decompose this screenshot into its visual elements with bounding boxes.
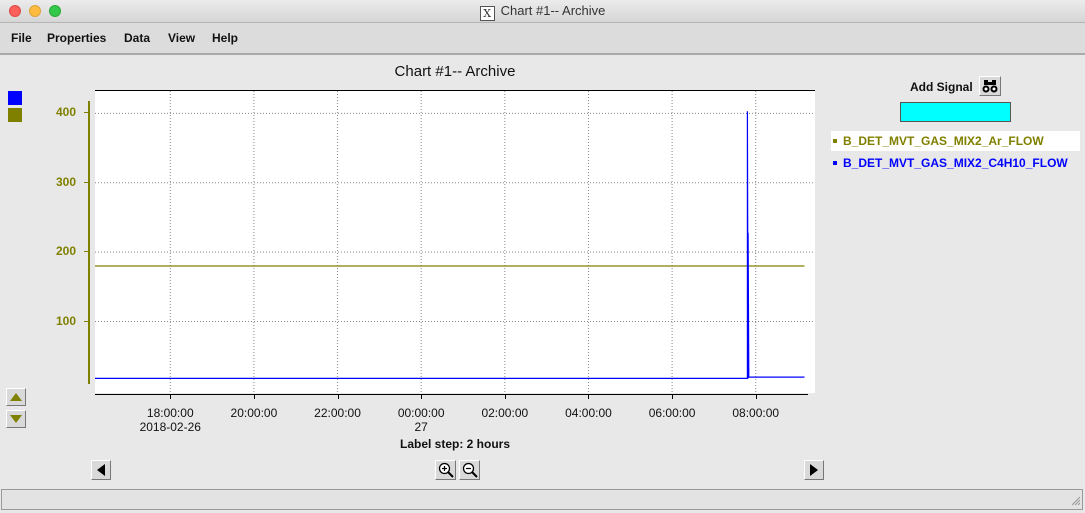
y-tick-mark: [84, 320, 89, 322]
chart-title: Chart #1-- Archive: [394, 63, 516, 80]
signal-color-dot: [833, 161, 837, 165]
x-axis: [95, 394, 808, 395]
add-signal-label: Add Signal: [910, 80, 973, 94]
signal-name: B_DET_MVT_GAS_MIX2_C4H10_FLOW: [843, 156, 1068, 170]
x-tick-date: 2018-02-26: [139, 420, 201, 434]
x-tick-date: 27: [414, 420, 428, 434]
zoom-out-icon: [462, 462, 478, 478]
x-tick-label: 06:00:00: [632, 406, 712, 420]
y-tick-mark: [84, 251, 89, 253]
scroll-right-button[interactable]: [804, 460, 824, 480]
legend-swatch-ar[interactable]: [8, 108, 22, 122]
x-tick-mark: [253, 394, 255, 399]
x-tick-label: 20:00:00: [214, 406, 294, 420]
scroll-left-button[interactable]: [91, 460, 111, 480]
x-tick-time: 20:00:00: [230, 406, 278, 420]
zoom-in-button[interactable]: [435, 460, 456, 480]
window-title: X Chart #1-- Archive: [0, 3, 1085, 21]
x-tick-time: 08:00:00: [732, 406, 780, 420]
scroll-right-icon: [810, 464, 818, 476]
y-tick-label: 100: [55, 313, 76, 328]
resize-grip-icon[interactable]: [1070, 494, 1080, 506]
menu-data[interactable]: Data: [124, 31, 150, 45]
scroll-left-icon: [97, 464, 105, 476]
menu-file[interactable]: File: [11, 31, 32, 45]
x-tick-time: 18:00:00: [146, 406, 194, 420]
axis-up-button[interactable]: [6, 388, 26, 406]
x-tick-mark: [337, 394, 339, 399]
signal-list-item[interactable]: B_DET_MVT_GAS_MIX2_C4H10_FLOW: [831, 153, 1083, 173]
menu-view[interactable]: View: [168, 31, 195, 45]
x-tick-mark: [170, 394, 172, 399]
status-bar: [1, 489, 1083, 510]
x-tick-label: 08:00:00: [716, 406, 796, 420]
x-tick-time: 04:00:00: [565, 406, 612, 420]
y-tick-label: 200: [55, 244, 76, 259]
y-tick-mark: [84, 181, 89, 183]
y-tick-label: 300: [55, 174, 76, 189]
x-tick-label: 00:00:00 27: [381, 406, 461, 434]
x-tick-mark: [672, 394, 674, 399]
menu-bar: File Properties Data View Help: [0, 23, 1085, 55]
triangle-down-icon: [10, 415, 22, 423]
axis-down-button[interactable]: [6, 410, 26, 428]
signal-name: B_DET_MVT_GAS_MIX2_Ar_FLOW: [843, 134, 1044, 148]
signal-list-item[interactable]: B_DET_MVT_GAS_MIX2_Ar_FLOW: [831, 131, 1080, 151]
menu-help[interactable]: Help: [212, 31, 238, 45]
zoom-out-button[interactable]: [459, 460, 480, 480]
x11-icon: X: [479, 6, 495, 21]
x-tick-time: 02:00:00: [481, 406, 529, 420]
binoculars-icon: [982, 80, 998, 93]
x-tick-label: 04:00:00: [548, 406, 628, 420]
series-line: [95, 111, 805, 379]
x-tick-time: 00:00:00: [397, 406, 445, 420]
add-signal-search-button[interactable]: [979, 76, 1001, 96]
add-signal-input[interactable]: [900, 102, 1011, 122]
label-step-text: Label step: 2 hours: [399, 437, 511, 451]
plot-area[interactable]: [95, 90, 815, 393]
x-tick-time: 06:00:00: [648, 406, 696, 420]
plot-canvas: [95, 91, 815, 393]
x-tick-mark: [504, 394, 506, 399]
title-bar: X Chart #1-- Archive: [0, 0, 1085, 23]
x-tick-label: 18:00:00 2018-02-26: [130, 406, 210, 434]
x-tick-mark: [755, 394, 757, 399]
x-tick-label: 22:00:00: [298, 406, 378, 420]
x-tick-time: 22:00:00: [314, 406, 361, 420]
signal-color-dot: [833, 139, 837, 143]
y-axis: [88, 101, 90, 384]
y-tick-mark: [84, 112, 89, 114]
x-tick-mark: [421, 394, 423, 399]
y-tick-label: 400: [55, 105, 76, 120]
triangle-up-icon: [10, 393, 22, 401]
zoom-in-icon: [438, 462, 454, 478]
x-tick-label: 02:00:00: [465, 406, 545, 420]
menu-properties[interactable]: Properties: [47, 31, 106, 45]
x-tick-mark: [588, 394, 590, 399]
legend-swatch-c4h10[interactable]: [8, 91, 22, 105]
